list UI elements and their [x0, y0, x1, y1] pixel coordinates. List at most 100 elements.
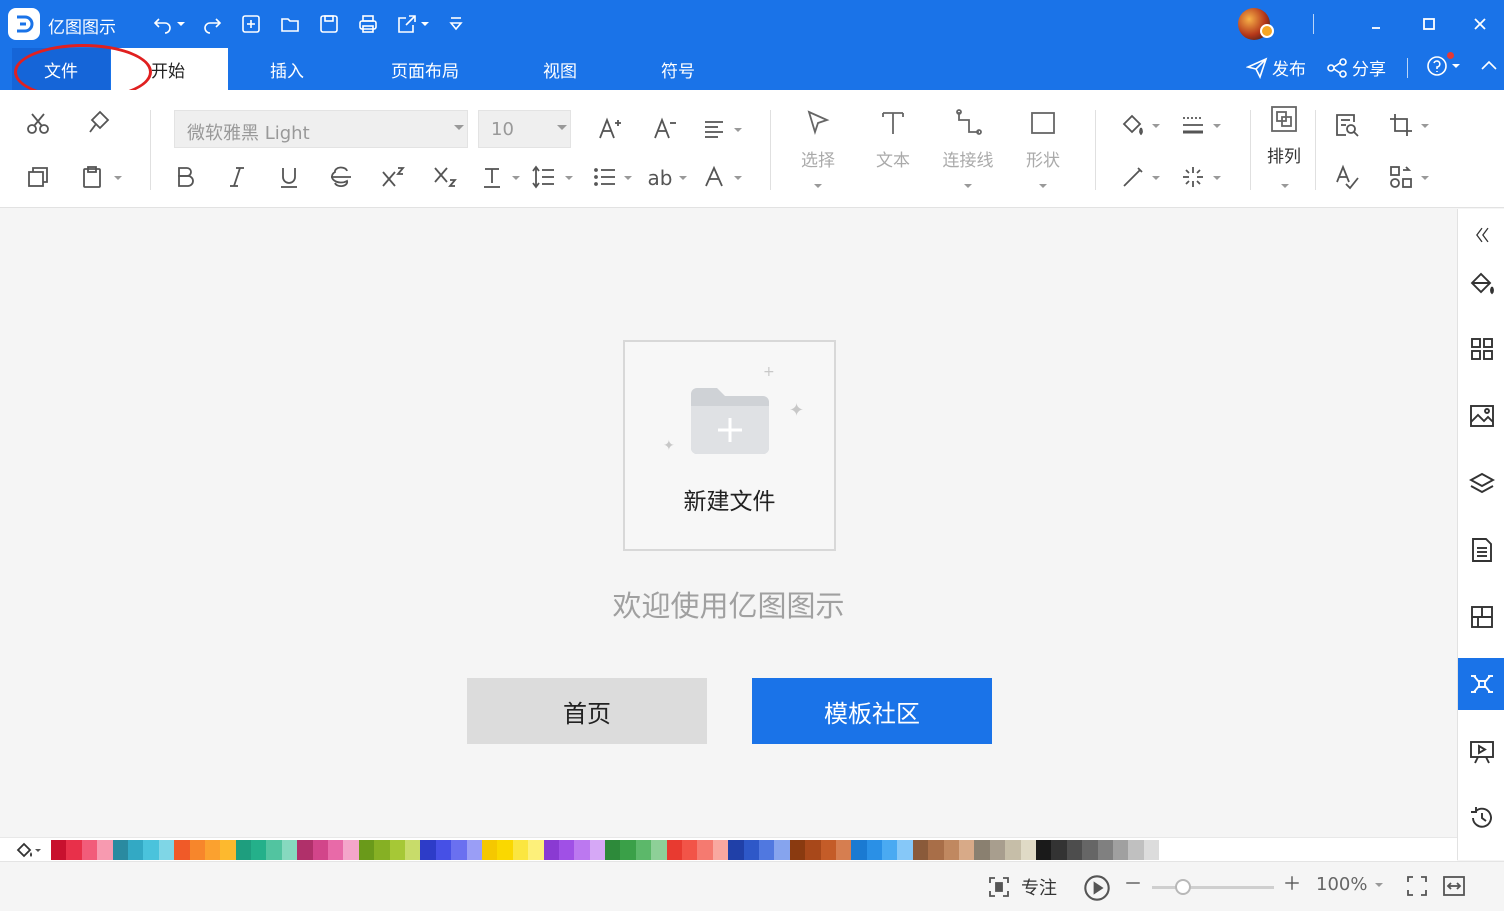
redo-icon[interactable]	[199, 12, 225, 36]
align-dropdown-icon[interactable]	[734, 128, 742, 132]
color-swatch[interactable]	[204, 840, 221, 860]
color-swatch[interactable]	[728, 840, 744, 860]
color-swatch[interactable]	[989, 840, 1006, 860]
format-painter-icon[interactable]	[86, 110, 112, 136]
zoom-out-button[interactable]	[1124, 874, 1142, 892]
color-swatch[interactable]	[266, 840, 282, 860]
fill-icon[interactable]	[1120, 112, 1146, 138]
color-swatch[interactable]	[220, 840, 236, 860]
color-swatch[interactable]	[251, 840, 267, 860]
color-swatch[interactable]	[1036, 840, 1052, 860]
line-spacing-icon[interactable]	[531, 164, 557, 190]
color-swatch[interactable]	[158, 840, 175, 860]
play-button[interactable]	[1083, 874, 1111, 902]
collapse-ribbon-button[interactable]	[1478, 55, 1504, 77]
crop-icon[interactable]	[1388, 112, 1414, 138]
color-swatch[interactable]	[281, 840, 298, 860]
fit-width-button[interactable]	[1442, 874, 1466, 898]
page-panel-button[interactable]	[1458, 524, 1504, 576]
bold-icon[interactable]	[172, 164, 198, 190]
color-swatch[interactable]	[543, 840, 559, 860]
color-swatch[interactable]	[328, 840, 344, 860]
color-swatch[interactable]	[1112, 840, 1129, 860]
color-swatch[interactable]	[835, 840, 852, 860]
tab-view[interactable]: 视图	[530, 48, 590, 90]
minimize-button[interactable]	[1362, 10, 1390, 38]
line-color-icon[interactable]	[1120, 164, 1146, 190]
color-swatch[interactable]	[51, 840, 67, 860]
subscript-icon[interactable]	[432, 164, 458, 190]
replace-shape-icon[interactable]	[1388, 164, 1414, 190]
focus-mode-button[interactable]: 专注	[987, 874, 1057, 900]
save-icon[interactable]	[316, 12, 342, 36]
color-swatch[interactable]	[81, 840, 98, 860]
color-swatch[interactable]	[389, 840, 405, 860]
color-swatch[interactable]	[174, 840, 190, 860]
color-swatch[interactable]	[743, 840, 759, 860]
color-swatch[interactable]	[666, 840, 683, 860]
color-swatch[interactable]	[358, 840, 375, 860]
color-swatch[interactable]	[127, 840, 144, 860]
color-swatch[interactable]	[589, 840, 606, 860]
font-family-select[interactable]: 微软雅黑 Light	[174, 110, 468, 148]
customize-quick-access-icon[interactable]	[443, 12, 469, 36]
color-swatch[interactable]	[297, 840, 313, 860]
color-swatch[interactable]	[1143, 840, 1160, 860]
template-community-button[interactable]: 模板社区	[752, 678, 992, 744]
new-page-icon[interactable]	[238, 12, 264, 36]
color-swatch[interactable]	[189, 840, 205, 860]
replace-shape-dropdown-icon[interactable]	[1421, 176, 1429, 180]
crop-dropdown-icon[interactable]	[1421, 124, 1429, 128]
zoom-slider-handle[interactable]	[1175, 879, 1191, 895]
color-swatch[interactable]	[97, 840, 113, 860]
fill-panel-button[interactable]	[1458, 257, 1504, 309]
export-dropdown-icon[interactable]	[421, 22, 429, 26]
zoom-in-button[interactable]	[1283, 874, 1301, 892]
effects-dropdown-icon[interactable]	[1213, 176, 1221, 180]
color-swatch[interactable]	[974, 840, 990, 860]
color-swatch[interactable]	[789, 840, 806, 860]
color-swatch[interactable]	[481, 840, 498, 860]
export-icon[interactable]	[394, 12, 420, 36]
color-swatch[interactable]	[558, 840, 575, 860]
layers-panel-button[interactable]	[1458, 458, 1504, 510]
copy-icon[interactable]	[25, 164, 51, 190]
arrange-button[interactable]: 排列	[1249, 104, 1319, 167]
text-highlight-icon[interactable]: ab	[646, 164, 674, 192]
collapse-sidebar-button[interactable]	[1458, 209, 1504, 261]
tab-symbol[interactable]: 符号	[648, 48, 708, 90]
image-panel-button[interactable]	[1458, 390, 1504, 442]
fit-page-button[interactable]	[1405, 874, 1429, 898]
connector-dropdown-icon[interactable]	[964, 184, 972, 188]
tab-page-layout[interactable]: 页面布局	[380, 48, 470, 90]
underline-icon[interactable]	[276, 164, 302, 190]
strikethrough-icon[interactable]	[328, 164, 354, 190]
home-button[interactable]: 首页	[467, 678, 707, 744]
data-panel-button[interactable]	[1458, 591, 1504, 643]
color-swatch[interactable]	[1051, 840, 1067, 860]
mind-map-panel-button[interactable]	[1458, 658, 1504, 710]
color-swatch[interactable]	[882, 840, 898, 860]
color-swatch[interactable]	[574, 840, 590, 860]
color-swatch[interactable]	[374, 840, 390, 860]
color-swatch[interactable]	[112, 840, 128, 860]
new-file-card[interactable]: + ✦ ✦ 新建文件	[623, 340, 836, 551]
color-swatch[interactable]	[635, 840, 652, 860]
color-swatch[interactable]	[820, 840, 836, 860]
undo-dropdown-icon[interactable]	[177, 22, 185, 26]
text-format-icon[interactable]	[480, 164, 506, 190]
publish-button[interactable]: 发布	[1246, 55, 1306, 80]
highlight-dropdown-icon[interactable]	[679, 176, 687, 180]
bullet-list-dropdown-icon[interactable]	[624, 176, 632, 180]
color-swatch[interactable]	[343, 840, 359, 860]
color-swatch[interactable]	[404, 840, 421, 860]
color-swatch[interactable]	[1005, 840, 1021, 860]
select-dropdown-icon[interactable]	[814, 184, 822, 188]
font-color-dropdown-icon[interactable]	[734, 176, 742, 180]
zoom-slider-track[interactable]	[1152, 886, 1274, 889]
line-style-dropdown-icon[interactable]	[1213, 124, 1221, 128]
zoom-level-select[interactable]: 100%	[1316, 874, 1384, 895]
print-icon[interactable]	[355, 12, 381, 36]
color-swatch[interactable]	[66, 840, 82, 860]
color-swatch[interactable]	[682, 840, 698, 860]
